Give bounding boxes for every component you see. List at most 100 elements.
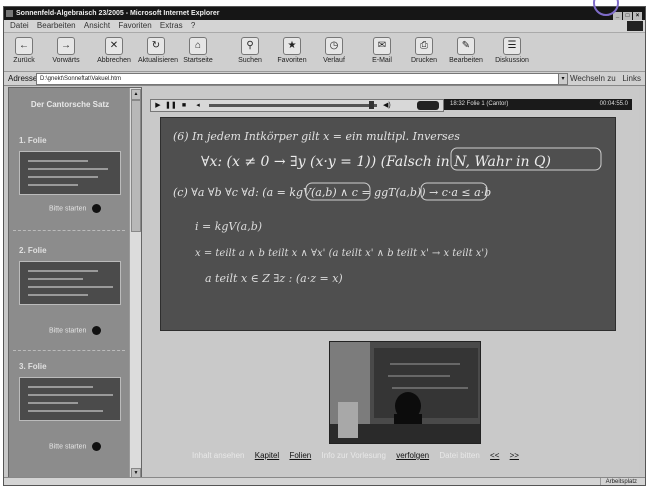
status-separator	[600, 478, 601, 485]
links-button[interactable]: Links	[622, 72, 641, 85]
playback-time: 00:04:55.0	[599, 101, 628, 107]
mail-icon: ✉	[373, 37, 391, 55]
home-icon: ⌂	[189, 37, 207, 55]
menu-favoriten[interactable]: Favoriten	[118, 21, 151, 30]
windows-logo-icon	[627, 21, 643, 31]
chalk-line: (6) In jedem Intkörper gilt x = ein mult…	[173, 130, 460, 143]
address-bar: Adresse D:\gnekt\Sonneftat\Vakuel.htm ▾ …	[4, 72, 645, 86]
rewind-button[interactable]: ◂	[193, 100, 203, 111]
menu-bearbeiten[interactable]: Bearbeiten	[37, 21, 76, 30]
history-label: Verlauf	[323, 57, 345, 64]
back-arrow-icon: ←	[15, 37, 33, 55]
slide-start-link[interactable]: Bitte starten	[49, 204, 102, 213]
ie-logo-icon	[6, 10, 13, 17]
link-previous[interactable]: <<	[490, 451, 499, 460]
scroll-thumb[interactable]	[131, 100, 141, 232]
link-file[interactable]: Datei bitten	[439, 451, 479, 460]
address-dropdown-icon[interactable]: ▾	[558, 73, 568, 85]
history-icon: ◷	[325, 37, 343, 55]
slide-item[interactable]: 1. Folie Bitte starten	[19, 136, 129, 213]
history-button[interactable]: ◷ Verlauf	[316, 35, 352, 64]
window-title: Sonnenfeld-Algebraisch 23/2005 - Microso…	[16, 10, 220, 17]
menu-bar: Datei Bearbeiten Ansicht Favoriten Extra…	[4, 20, 645, 33]
favorites-icon: ★	[283, 37, 301, 55]
slide-number: 1. Folie	[19, 136, 47, 145]
stop-button[interactable]: ✕ Abbrechen	[96, 35, 132, 64]
sidebar-scrollbar[interactable]: ▲ ▼	[129, 88, 141, 480]
address-label: Adresse	[8, 74, 38, 83]
chalk-line: ∀x: (x ≠ 0 → ∃y (x·y = 1)) (Falsch in N,…	[201, 154, 551, 170]
address-input[interactable]: D:\gnekt\Sonneftat\Vakuel.htm	[36, 73, 561, 85]
home-button[interactable]: ⌂ Startseite	[180, 35, 216, 64]
video-frame	[330, 342, 480, 443]
back-button[interactable]: ← Zurück	[6, 35, 42, 64]
link-contents[interactable]: Inhalt ansehen	[192, 451, 245, 460]
menu-help[interactable]: ?	[191, 21, 195, 30]
slide-sidebar: Der Cantorsche Satz 1. Folie Bitte start…	[8, 87, 142, 481]
toolbar: ← Zurück → Vorwärts ✕ Abbrechen ↻ Aktualisie…	[4, 33, 645, 72]
play-button[interactable]: ▶	[153, 100, 163, 111]
link-slides[interactable]: Folien	[289, 451, 311, 460]
minimize-button[interactable]: _	[613, 12, 622, 20]
security-zone: Arbeitsplatz	[605, 479, 637, 485]
edit-label: Bearbeiten	[449, 57, 483, 64]
link-info[interactable]: Info zur Vorlesung	[321, 451, 385, 460]
fullscreen-icon[interactable]	[417, 101, 439, 110]
slide-thumbnail[interactable]	[19, 261, 121, 305]
mail-label: E-Mail	[372, 57, 392, 64]
scroll-up-icon[interactable]: ▲	[131, 89, 141, 100]
menu-ansicht[interactable]: Ansicht	[84, 21, 110, 30]
slide-thumbnail[interactable]	[19, 377, 121, 421]
speaker-icon[interactable]: ◀)	[383, 101, 395, 110]
refresh-icon: ↻	[147, 37, 165, 55]
stop-media-button[interactable]: ■	[179, 100, 189, 111]
seek-handle[interactable]	[369, 101, 374, 109]
link-next[interactable]: >>	[510, 451, 519, 460]
mail-button[interactable]: ✉ E-Mail	[364, 35, 400, 64]
slide-item[interactable]: 3. Folie Bitte starten	[19, 362, 129, 451]
forward-arrow-icon: →	[57, 37, 75, 55]
chalk-line: (c) ∀a ∀b ∀c ∀d: (a = kgV(a,b) ∧ c = ggT…	[173, 186, 491, 199]
forward-button[interactable]: → Vorwärts	[48, 35, 84, 64]
refresh-button[interactable]: ↻ Aktualisieren	[138, 35, 178, 64]
chalk-writing: (6) In jedem Intkörper gilt x = ein mult…	[173, 130, 602, 285]
divider	[13, 350, 125, 351]
lecture-title: Der Cantorsche Satz	[30, 100, 110, 109]
slide-thumbnail[interactable]	[19, 151, 121, 195]
back-label: Zurück	[13, 57, 35, 64]
link-follow[interactable]: verfolgen	[396, 451, 429, 460]
print-button[interactable]: ⎙ Drucken	[406, 35, 442, 64]
slide-start-label: Bitte starten	[49, 205, 87, 213]
close-button[interactable]: ×	[633, 12, 642, 20]
slide-number: 3. Folie	[19, 362, 47, 371]
discuss-button[interactable]: ☰ Diskussion	[494, 35, 530, 64]
print-label: Drucken	[410, 57, 438, 64]
browser-window: Sonnenfeld-Algebraisch 23/2005 - Microso…	[3, 6, 646, 486]
search-button[interactable]: ⚲ Suchen	[232, 35, 268, 64]
pause-button[interactable]: ❚❚	[165, 100, 177, 111]
edit-button[interactable]: ✎ Bearbeiten	[448, 35, 484, 64]
menu-extras[interactable]: Extras	[160, 21, 183, 30]
title-bar: Sonnenfeld-Algebraisch 23/2005 - Microso…	[4, 7, 645, 20]
slide-item[interactable]: 2. Folie Bitte starten	[19, 246, 129, 335]
chalk-line: x = teilt a ∧ b teilt x ∧ ∀x' (a teilt x…	[195, 248, 488, 259]
search-label: Suchen	[238, 57, 262, 64]
stop-icon: ✕	[105, 37, 123, 55]
menu-datei[interactable]: Datei	[10, 21, 29, 30]
favorites-button[interactable]: ★ Favoriten	[274, 35, 310, 64]
play-icon	[92, 442, 102, 451]
link-chapter[interactable]: Kapitel	[255, 451, 279, 460]
slide-number: 2. Folie	[19, 246, 47, 255]
slide-start-link[interactable]: Bitte starten	[49, 442, 102, 451]
seek-slider[interactable]	[209, 104, 377, 107]
forward-label: Vorwärts	[52, 57, 80, 64]
blackboard-video: (6) In jedem Intkörper gilt x = ein mult…	[160, 117, 616, 331]
stop-label: Abbrechen	[97, 57, 131, 64]
discuss-label: Diskussion	[495, 57, 529, 64]
favorites-label: Favoriten	[277, 57, 307, 64]
maximize-button[interactable]: □	[623, 12, 632, 20]
status-bar: Arbeitsplatz	[4, 477, 645, 485]
slide-start-link[interactable]: Bitte starten	[49, 326, 102, 335]
go-button[interactable]: Wechseln zu	[570, 72, 616, 85]
navigation-links: Inhalt ansehen Kapitel Folien Info zur V…	[192, 451, 592, 460]
